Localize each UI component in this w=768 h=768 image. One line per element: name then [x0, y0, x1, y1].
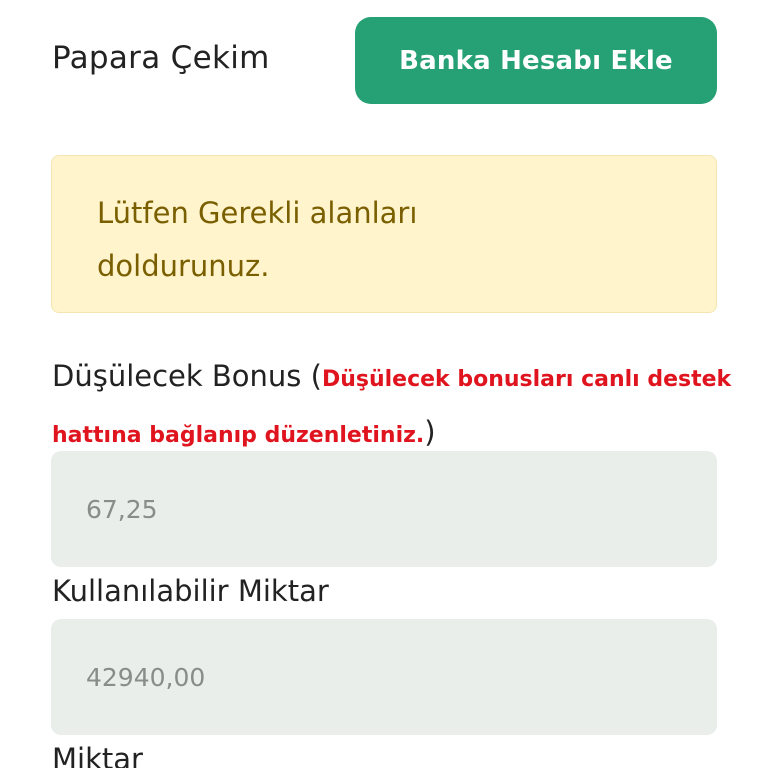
required-fields-alert: Lütfen Gerekli alanları doldurunuz.: [51, 155, 717, 313]
bonus-field-label: Düşülecek Bonus (Düşülecek bonusları can…: [52, 350, 732, 462]
amount-label: Miktar: [52, 742, 143, 768]
bonus-label-close-paren: ): [424, 415, 436, 449]
available-amount-value: 42940,00: [86, 662, 206, 692]
available-amount-label: Kullanılabilir Miktar: [52, 574, 329, 608]
alert-message: Lütfen Gerekli alanları doldurunuz.: [97, 196, 418, 283]
available-amount-input[interactable]: 42940,00: [51, 619, 717, 735]
bonus-input[interactable]: 67,25: [51, 451, 717, 567]
page-title: Papara Çekim: [52, 40, 270, 76]
withdrawal-form-page: Papara Çekim Banka Hesabı Ekle Lütfen Ge…: [0, 0, 768, 768]
add-bank-account-button[interactable]: Banka Hesabı Ekle: [355, 17, 717, 104]
bonus-label-open-paren: (: [301, 359, 322, 393]
bonus-input-value: 67,25: [86, 494, 158, 524]
bonus-label-text: Düşülecek Bonus: [52, 359, 302, 393]
